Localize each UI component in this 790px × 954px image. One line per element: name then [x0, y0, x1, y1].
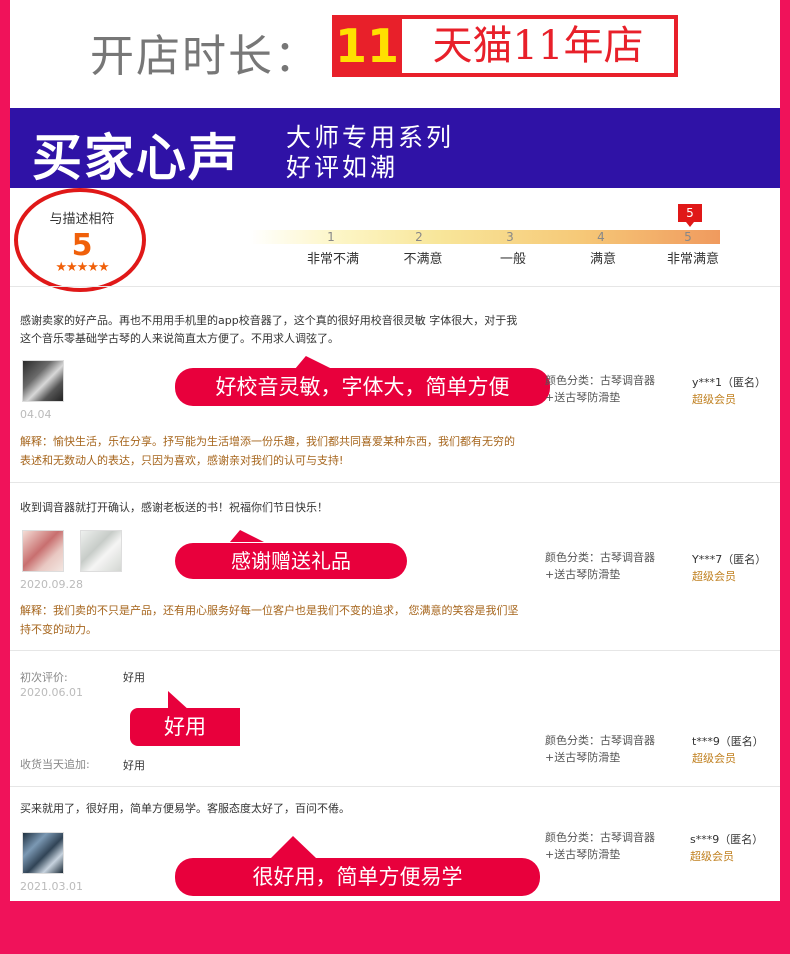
seller-reply: 解释：愉快生活，乐在分享。抒写能为生活增添一份乐趣，我们都共同喜爱某种东西，我们…: [20, 435, 515, 467]
scale-label: 一般: [499, 252, 526, 267]
member-level: 超级会员: [692, 752, 736, 765]
divider: [10, 650, 780, 651]
reviewer-name: y***1（匿名）: [692, 376, 767, 389]
rating-label: 与描述相符: [49, 212, 115, 227]
divider: [10, 786, 780, 787]
scale-label: 不满意: [403, 252, 443, 267]
highlight-bubble: 很好用，简单方便易学: [175, 858, 540, 896]
scale-label: 非常不满: [306, 252, 359, 267]
scale-number: 1: [327, 230, 335, 244]
shop-age-header: 开店时长： 11 天猫11年店: [10, 0, 780, 92]
scale-number: 3: [506, 230, 514, 244]
reviewer-name: s***9（匿名）: [690, 833, 764, 846]
review-text: 感谢卖家的好产品。再也不用用手机里的app校音器了，这个真的很好用校音很灵敏 字…: [20, 314, 518, 345]
tmall-badge: 11 天猫11年店: [332, 15, 678, 77]
review-date: 2020.09.28: [20, 578, 83, 591]
sku-gift: +送古琴防滑垫: [545, 568, 621, 581]
review-date: 04.04: [20, 408, 52, 421]
sku-color: 颜色分类：古琴调音器: [545, 734, 655, 747]
member-level: 超级会员: [692, 393, 736, 406]
scale-number: 2: [415, 230, 423, 244]
review-photo-thumbnail[interactable]: [22, 360, 64, 402]
reviews-panel: 与描述相符 5 ★★★★★ 5 1 2 3 4 5 非常不满 不满意 一般 满意…: [10, 188, 780, 901]
review-photo-thumbnail[interactable]: [80, 530, 122, 572]
reviewer-name: Y***7（匿名）: [692, 553, 767, 566]
scale-label: 非常满意: [666, 252, 719, 267]
scale-number: 5: [684, 230, 692, 244]
shop-years: 11: [334, 19, 399, 73]
seller-reply: 解释：我们卖的不只是产品，还有用心服务好每一位客户也是我们不变的追求， 您满意的…: [20, 604, 519, 636]
sku-color: 颜色分类：古琴调音器: [545, 551, 655, 564]
bubble-tail: [229, 530, 275, 542]
banner-title: 买家心声: [32, 129, 240, 187]
header-gap: [10, 92, 780, 108]
sku-gift: +送古琴防滑垫: [545, 848, 621, 861]
rating-score: 5: [71, 228, 93, 263]
shop-badge-text: 天猫11年店: [402, 19, 674, 73]
member-level: 超级会员: [692, 570, 736, 583]
scale-number: 4: [597, 230, 605, 244]
review-photo-thumbnail[interactable]: [22, 530, 64, 572]
reviewer-name: t***9（匿名）: [692, 735, 764, 748]
sku-gift: +送古琴防滑垫: [545, 751, 621, 764]
review-date: 2021.03.01: [20, 880, 83, 893]
banner-subtitle-2: 好评如潮: [286, 153, 399, 182]
review-date: 2020.06.01: [20, 686, 83, 699]
highlight-bubble: 感谢赠送礼品: [175, 543, 407, 579]
shop-age-label: 开店时长：: [90, 31, 320, 82]
review-text: 买来就用了，很好用，简单方便易学。客服态度太好了，百问不倦。: [20, 802, 350, 815]
sku-color: 颜色分类：古琴调音器: [545, 374, 655, 387]
followup-review-label: 收货当天追加:: [20, 758, 90, 771]
review-photo-thumbnail[interactable]: [22, 832, 64, 874]
divider: [10, 482, 780, 483]
bubble-tail: [271, 836, 338, 858]
sku-color: 颜色分类：古琴调音器: [545, 831, 655, 844]
member-level: 超级会员: [690, 850, 734, 863]
first-review-label: 初次评价:: [20, 671, 68, 684]
rating-selected-marker: 5: [678, 204, 702, 227]
highlight-bubble: 好用: [130, 708, 240, 746]
highlight-bubble: 好校音灵敏，字体大，简单方便: [175, 368, 550, 406]
sku-gift: +送古琴防滑垫: [545, 391, 621, 404]
buyer-voice-banner: 买家心声 大师专用系列 好评如潮: [10, 108, 780, 188]
followup-review-text: 好用: [123, 759, 145, 772]
review-text: 收到调音器就打开确认，感谢老板送的书！祝福你们节日快乐！: [20, 501, 328, 514]
divider: [10, 286, 780, 287]
first-review-text: 好用: [123, 671, 145, 684]
star-rating-icon: ★★★★★: [55, 260, 109, 275]
scale-label: 满意: [589, 252, 616, 267]
